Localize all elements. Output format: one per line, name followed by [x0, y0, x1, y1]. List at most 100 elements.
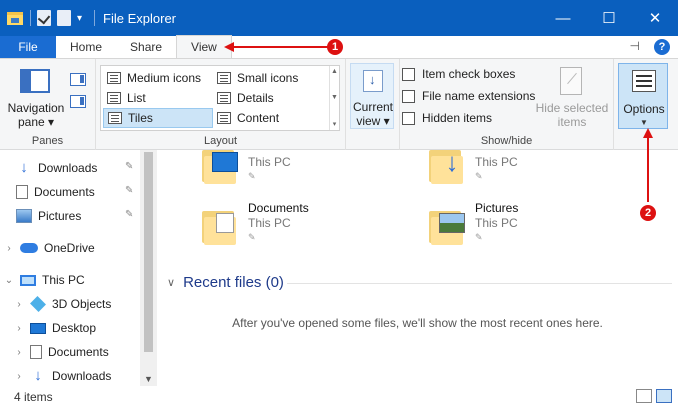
close-button[interactable]: ✕ — [632, 0, 678, 36]
scroll-down-icon[interactable]: ▼ — [331, 94, 338, 101]
nav-item-pictures[interactable]: Pictures — [16, 204, 81, 228]
minimize-button[interactable]: — — [540, 0, 586, 36]
desktop-folder-icon — [202, 144, 238, 184]
nav-item-desktop[interactable]: › Desktop — [14, 316, 96, 340]
expand-chevron-icon[interactable]: › — [14, 347, 24, 358]
tile-desktop[interactable]: This PC ✎ — [202, 140, 422, 190]
tile-downloads[interactable]: ↓ This PC ✎ — [429, 140, 649, 190]
options-group: Options ▼ — [614, 59, 678, 150]
layout-medium-icons[interactable]: Medium icons — [103, 68, 211, 88]
nav-item-this-pc[interactable]: ⌄ This PC — [4, 268, 85, 292]
nav-item-onedrive[interactable]: › OneDrive — [4, 236, 94, 260]
quick-access-new-folder-icon[interactable] — [57, 10, 71, 26]
showhide-group: Item check boxes File name extensions Hi… — [400, 59, 614, 150]
tile-documents[interactable]: Documents This PC ✎ — [202, 201, 422, 251]
documents-folder-icon — [202, 205, 238, 245]
download-icon: ↓ — [20, 159, 28, 176]
expand-chevron-icon[interactable]: › — [4, 243, 14, 254]
nav-item-documents[interactable]: Documents — [16, 180, 95, 204]
layout-small-icons[interactable]: Small icons — [213, 68, 329, 88]
tile-location: This PC — [248, 216, 291, 230]
list-icon — [107, 92, 121, 104]
tile-pictures[interactable]: Pictures This PC ✎ — [429, 201, 649, 251]
nav-item-label: Pictures — [38, 209, 82, 223]
ribbon: Navigation pane ▾ Panes Medium icons Sma… — [0, 58, 678, 150]
pin-icon: ✎ — [475, 232, 483, 242]
scroll-down-arrow-icon[interactable]: ▼ — [144, 374, 153, 384]
nav-item-downloads[interactable]: ↓ Downloads — [16, 156, 97, 180]
desktop-icon — [30, 322, 46, 334]
current-view-label-line2: view ▾ — [356, 114, 390, 128]
preview-pane-icon[interactable] — [70, 73, 86, 86]
options-dropdown-icon: ▼ — [640, 118, 648, 127]
navigation-pane-button[interactable]: Navigation pane ▾ — [6, 101, 66, 129]
tab-home[interactable]: Home — [56, 36, 116, 58]
pictures-icon — [16, 209, 32, 223]
current-view-button[interactable]: Current view ▾ — [350, 63, 394, 129]
layout-item-label: Details — [237, 91, 274, 105]
nav-item-label: 3D Objects — [52, 297, 112, 311]
hide-selected-label-line1: Hide selected — [535, 101, 609, 115]
3d-objects-icon — [30, 296, 46, 312]
hide-selected-items-icon — [560, 67, 582, 95]
expand-chevron-icon[interactable]: › — [14, 371, 24, 382]
layout-item-label: List — [127, 91, 146, 105]
layout-tiles[interactable]: Tiles — [103, 108, 213, 128]
layout-item-label: Small icons — [237, 71, 299, 85]
nav-pane-scrollbar[interactable]: ▼ — [140, 150, 157, 386]
expand-chevron-icon[interactable]: › — [14, 323, 24, 334]
expand-chevron-icon[interactable]: › — [14, 299, 24, 310]
onedrive-icon — [20, 243, 38, 253]
item-check-boxes-option[interactable]: Item check boxes — [402, 65, 515, 83]
pin-ribbon-icon[interactable]: ⊣ — [630, 39, 640, 55]
tile-name: Pictures — [475, 201, 519, 215]
navigation-pane: ↓ Downloads ✎ Documents ✎ Pictures ✎ › O… — [0, 150, 157, 386]
recent-files-header[interactable]: ∨ Recent files (0) — [167, 274, 284, 291]
details-pane-icon[interactable] — [70, 95, 86, 108]
layout-content[interactable]: Content — [213, 108, 329, 128]
options-button[interactable]: Options ▼ — [618, 63, 668, 129]
scrollbar-thumb[interactable] — [144, 152, 153, 352]
file-name-extensions-checkbox[interactable] — [402, 89, 415, 103]
collapse-chevron-icon[interactable]: ⌄ — [4, 275, 14, 286]
tab-share[interactable]: Share — [116, 36, 176, 58]
item-count: 4 items — [14, 389, 53, 404]
scroll-up-icon[interactable]: ▲ — [331, 68, 338, 75]
options-icon — [632, 70, 656, 92]
collapse-chevron-icon[interactable]: ∨ — [167, 276, 175, 289]
checkbox-label: File name extensions — [422, 89, 536, 103]
quick-access-properties-icon[interactable] — [37, 10, 51, 26]
nav-item-label: Documents — [48, 345, 109, 359]
this-pc-icon — [20, 274, 36, 286]
hide-selected-items-button: Hide selected items — [532, 101, 612, 129]
content-icon — [217, 112, 231, 124]
tab-file[interactable]: File — [0, 36, 56, 58]
current-view-label-line1: Current — [352, 100, 393, 114]
hide-selected-label-line2: items — [557, 115, 587, 129]
layout-details[interactable]: Details — [213, 88, 329, 108]
large-icons-view-icon[interactable] — [656, 389, 672, 403]
nav-item-3d-objects[interactable]: › 3D Objects — [14, 292, 111, 316]
hidden-items-checkbox[interactable] — [402, 111, 415, 125]
tiles-icon — [108, 112, 122, 124]
layout-item-label: Content — [237, 111, 280, 125]
navigation-pane-label-line1: Navigation — [7, 101, 65, 115]
maximize-button[interactable]: ☐ — [586, 0, 632, 36]
current-view-label: Current view ▾ — [351, 100, 395, 128]
nav-item-downloads-pc[interactable]: › ↓ Downloads — [14, 364, 111, 388]
help-icon[interactable]: ? — [654, 39, 670, 55]
expand-gallery-icon[interactable]: ▾ — [333, 120, 337, 128]
tab-view[interactable]: View — [176, 35, 232, 58]
layout-gallery-scroll[interactable]: ▲ ▼ ▾ — [329, 66, 339, 130]
details-view-icon[interactable] — [636, 389, 652, 403]
sort-by-icon — [363, 70, 383, 92]
content-area: This PC ✎ ↓ This PC ✎ Documents This PC … — [157, 149, 678, 386]
hidden-items-option[interactable]: Hidden items — [402, 109, 492, 127]
customize-quick-access-dropdown[interactable]: ▾ — [77, 13, 82, 24]
nav-item-label: This PC — [42, 273, 85, 287]
item-check-boxes-checkbox[interactable] — [402, 67, 415, 81]
layout-list[interactable]: List — [103, 88, 211, 108]
file-name-extensions-option[interactable]: File name extensions — [402, 87, 535, 105]
navigation-pane-icon[interactable] — [20, 69, 50, 93]
nav-item-documents-pc[interactable]: › Documents — [14, 340, 109, 364]
